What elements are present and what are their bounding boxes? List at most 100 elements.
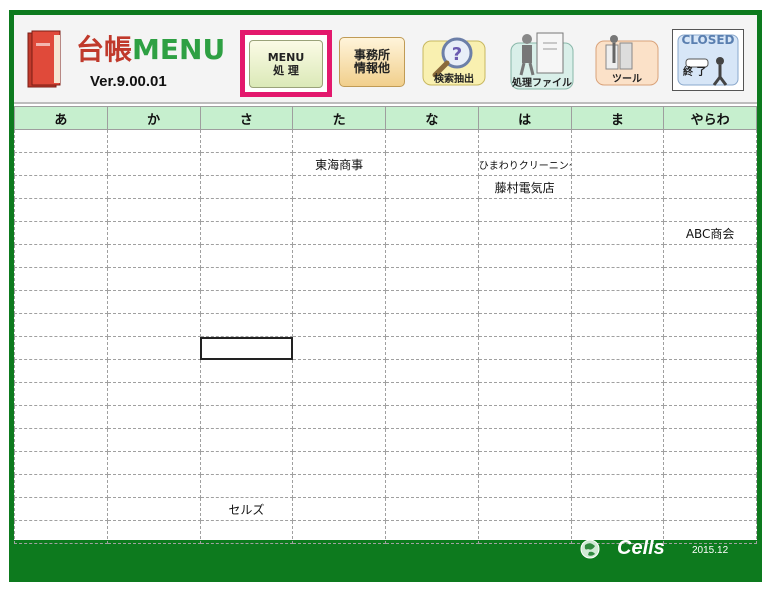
grid-cell[interactable] [477,336,572,360]
grid-cell[interactable]: ABC商会 [663,221,757,245]
grid-cell[interactable] [106,129,201,153]
process-file-button[interactable]: 処理ファイル [509,29,575,90]
grid-cell[interactable] [477,428,572,452]
grid-cell[interactable] [199,428,294,452]
grid-cell[interactable] [385,336,479,360]
search-extract-button[interactable]: ? 検索抽出 [421,33,487,87]
grid-cell[interactable] [570,152,665,176]
grid-cell[interactable] [14,382,108,406]
grid-cell[interactable] [106,451,201,475]
grid-cell[interactable] [292,497,386,521]
grid-cell[interactable] [477,313,572,337]
header-a[interactable]: あ [14,106,108,130]
grid-cell[interactable] [570,336,665,360]
grid-cell[interactable] [570,129,665,153]
grid-cell[interactable] [570,382,665,406]
grid-cell[interactable] [292,267,386,291]
grid-cell[interactable] [14,152,108,176]
grid-cell[interactable] [385,428,479,452]
grid-cell[interactable] [292,313,386,337]
grid-cell[interactable] [14,267,108,291]
selected-cell[interactable] [199,336,294,360]
grid-cell[interactable] [663,152,757,176]
grid-cell[interactable] [14,359,108,383]
grid-cell[interactable] [385,359,479,383]
grid-cell[interactable] [385,497,479,521]
grid-cell[interactable] [385,520,479,544]
grid-cell[interactable] [292,359,386,383]
grid-cell[interactable] [14,451,108,475]
grid-cell[interactable] [106,175,201,199]
grid-cell[interactable] [385,451,479,475]
office-info-button[interactable]: 事務所 情報他 [339,37,405,87]
grid-cell[interactable] [570,428,665,452]
grid-cell[interactable] [663,290,757,314]
grid-cell[interactable] [663,267,757,291]
grid-cell[interactable] [663,405,757,429]
grid-cell[interactable] [292,382,386,406]
grid-cell[interactable] [477,267,572,291]
grid-cell[interactable] [385,382,479,406]
grid-cell[interactable] [477,474,572,498]
grid-cell[interactable] [385,244,479,268]
header-ta[interactable]: た [292,106,386,130]
grid-cell[interactable] [385,152,479,176]
grid-cell[interactable] [14,198,108,222]
grid-cell[interactable] [385,267,479,291]
grid-cell[interactable] [199,152,294,176]
grid-cell[interactable] [106,382,201,406]
grid-cell[interactable] [14,313,108,337]
grid-cell[interactable] [292,198,386,222]
tools-button[interactable]: ツール [594,33,660,87]
grid-cell[interactable] [14,290,108,314]
grid-cell[interactable] [663,175,757,199]
header-ha[interactable]: は [477,106,572,130]
grid-cell[interactable] [570,405,665,429]
grid-cell[interactable] [292,474,386,498]
grid-cell[interactable] [477,405,572,429]
grid-cell[interactable] [663,497,757,521]
grid-cell[interactable] [292,129,386,153]
header-yarawa[interactable]: やらわ [663,106,757,130]
exit-button[interactable]: CLOSED 終 了 [672,29,744,91]
grid-cell[interactable] [292,520,386,544]
grid-cell[interactable] [477,129,572,153]
grid-cell[interactable] [570,267,665,291]
grid-cell[interactable] [106,267,201,291]
grid-cell[interactable] [570,244,665,268]
grid-cell[interactable] [292,290,386,314]
grid-cell[interactable] [385,129,479,153]
grid-cell[interactable] [663,359,757,383]
header-ma[interactable]: ま [570,106,665,130]
grid-cell[interactable] [663,129,757,153]
grid-cell[interactable] [106,520,201,544]
grid-cell[interactable] [477,451,572,475]
grid-cell[interactable] [663,244,757,268]
grid-cell[interactable] [106,359,201,383]
grid-cell[interactable] [570,451,665,475]
grid-cell[interactable] [663,474,757,498]
grid-cell[interactable] [385,405,479,429]
grid-cell[interactable] [106,152,201,176]
grid-cell[interactable]: セルズ [199,497,294,521]
grid-cell[interactable] [199,313,294,337]
grid-cell[interactable] [570,313,665,337]
grid-cell[interactable] [199,244,294,268]
grid-cell[interactable] [106,221,201,245]
grid-cell[interactable] [477,382,572,406]
grid-cell[interactable] [477,198,572,222]
grid-cell[interactable] [14,474,108,498]
menu-process-button[interactable]: MENU 処 理 [240,30,332,97]
grid-cell[interactable] [292,451,386,475]
grid-cell[interactable] [14,244,108,268]
grid-cell[interactable] [106,290,201,314]
header-na[interactable]: な [385,106,479,130]
grid-cell[interactable] [199,382,294,406]
grid-cell[interactable] [199,198,294,222]
grid-cell[interactable] [385,198,479,222]
grid-cell[interactable] [570,359,665,383]
grid-cell[interactable]: ひまわりクリーニング [477,152,572,176]
grid-cell[interactable] [292,405,386,429]
grid-cell[interactable] [106,405,201,429]
grid-cell[interactable] [663,520,757,544]
